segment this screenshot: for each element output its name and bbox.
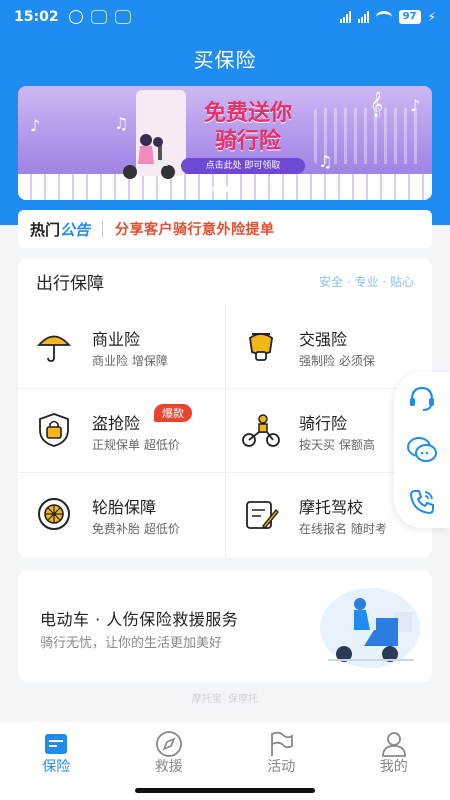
product-name: 交强险 [299, 330, 348, 349]
delivery-scooter-illustration [320, 588, 420, 668]
product-name: 盗抢险 [92, 414, 141, 433]
tire-icon [34, 494, 74, 534]
flag-icon [267, 730, 295, 758]
section-title: 出行保障 [36, 273, 104, 294]
rescue-subtitle: 骑行无忧，让你的生活更加美好 [40, 636, 223, 651]
user-icon [380, 730, 408, 758]
rescue-service-card[interactable]: 电动车 · 人伤保险救援服务 骑行无忧，让你的生活更加美好 [18, 570, 432, 682]
scooter-icon [241, 326, 281, 366]
music-note-icon: 𝄞 [370, 92, 384, 117]
product-name: 商业险 [92, 330, 141, 349]
brand-watermark: 摩托宝 保摩托 [191, 694, 259, 705]
home-indicator[interactable] [135, 788, 315, 793]
scooter-rider-illustration [123, 134, 175, 179]
signal-icon [339, 11, 351, 23]
carousel-dot [234, 186, 240, 192]
app-notification-icon [90, 10, 107, 24]
alarm-icon [68, 10, 83, 24]
umbrella-icon [34, 326, 74, 366]
status-time: 15:02 [14, 9, 59, 25]
travel-protection-card: 出行保障 安全 · 专业 · 贴心 商业险 商业险 增保障 交强险 强制险 必须… [18, 258, 432, 558]
charging-icon: ⚡ [427, 10, 436, 24]
tab-label: 救援 [154, 759, 183, 775]
announcement-bar[interactable]: 热门 公告 分享客户骑行意外险提单 [18, 210, 432, 248]
product-desc: 免费补胎 超低价 [92, 522, 180, 536]
tab-label: 活动 [267, 759, 296, 775]
product-desc: 商业险 增保障 [92, 354, 168, 368]
tab-insurance[interactable]: 保险 [0, 722, 113, 800]
chat-icon[interactable] [406, 434, 438, 466]
music-note-icon: ♫ [318, 152, 333, 171]
rescue-title: 电动车 · 人伤保险救援服务 [40, 610, 239, 629]
banner-cta[interactable]: 点击此处 即可领取 [181, 158, 305, 174]
rider-icon [241, 410, 281, 450]
notice-tag-hot: 热门 [30, 220, 61, 239]
notice-text[interactable]: 分享客户骑行意外险提单 [115, 219, 275, 239]
notice-tag-announcement: 公告 [60, 220, 91, 239]
product-name: 轮胎保障 [92, 498, 157, 517]
tab-label: 我的 [379, 759, 408, 775]
section-slogan: 安全 · 专业 · 贴心 [319, 274, 414, 289]
tab-mine[interactable]: 我的 [338, 722, 450, 800]
phone-icon[interactable] [406, 486, 438, 518]
carousel-dot-active [223, 186, 229, 192]
signal-icon [357, 11, 369, 23]
hot-badge: 爆款 [154, 404, 192, 422]
product-desc: 强制险 必须保 [299, 354, 375, 368]
music-note-icon: ♪ [410, 96, 421, 115]
app-notification-icon [114, 10, 131, 24]
product-commercial-insurance[interactable]: 商业险 商业险 增保障 [18, 304, 225, 388]
product-name: 骑行险 [299, 414, 348, 433]
page-title: 买保险 [193, 48, 257, 72]
product-compulsory-insurance[interactable]: 交强险 强制险 必须保 [225, 304, 432, 388]
status-bar: 15:02 97 ⚡ [0, 0, 450, 34]
floating-service-bar [394, 372, 450, 528]
product-name: 摩托驾校 [299, 498, 364, 517]
banner-headline: 免费送你 骑行险 [203, 101, 292, 154]
music-note-icon: ♪ [30, 116, 41, 135]
insurance-icon [42, 730, 70, 758]
compass-icon [155, 730, 183, 758]
lock-shield-icon [34, 410, 74, 450]
license-icon [241, 494, 281, 534]
battery-icon: 97 [398, 10, 421, 24]
product-theft-insurance[interactable]: 盗抢险 爆款 正规保单 超低价 [18, 388, 225, 472]
tab-label: 保险 [42, 759, 71, 775]
product-desc: 正规保单 超低价 [92, 438, 180, 452]
carousel-indicator [212, 186, 240, 192]
promo-banner[interactable]: ♪ ♫ 𝄞 ♪ ♫ 免费送你 骑行险 点击此处 即可领取 [18, 86, 432, 200]
customer-service-icon[interactable] [406, 382, 438, 414]
wifi-icon [375, 11, 392, 23]
divider [102, 220, 104, 238]
product-tire-protection[interactable]: 轮胎保障 免费补胎 超低价 [18, 472, 225, 556]
carousel-dot [212, 186, 218, 192]
